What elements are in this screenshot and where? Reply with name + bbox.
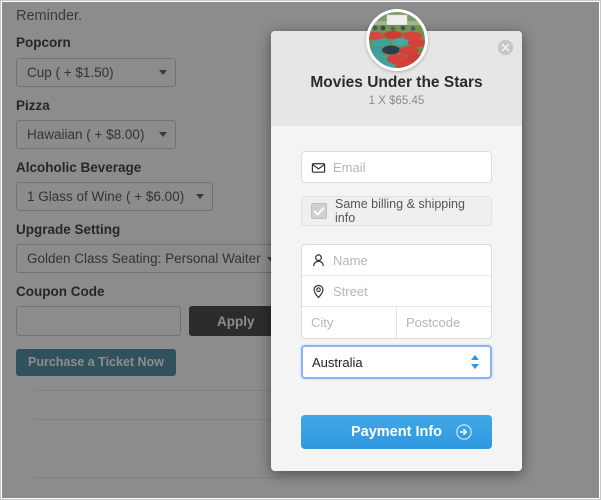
arrow-right-circle-icon xyxy=(456,424,472,440)
country-selected-value: Australia xyxy=(312,354,363,370)
name-placeholder: Name xyxy=(333,252,368,268)
postcode-field[interactable]: Postcode xyxy=(396,307,491,338)
city-placeholder: City xyxy=(311,315,334,330)
avatar xyxy=(365,9,428,71)
outdoor-cinema-photo xyxy=(368,12,425,68)
envelope-icon xyxy=(311,162,326,173)
browser-page: Reminder. Popcorn Cup ( + $1.50) Pizza H… xyxy=(0,0,601,500)
city-postcode-row: City Postcode xyxy=(302,307,491,338)
email-placeholder: Email xyxy=(333,159,366,175)
modal-body: Email Same billing & shipping info Name xyxy=(271,126,522,449)
address-group: Name Street City Postcode xyxy=(301,244,492,339)
modal-title: Movies Under the Stars xyxy=(310,74,483,91)
payment-info-label: Payment Info xyxy=(350,424,443,440)
street-placeholder: Street xyxy=(333,283,368,299)
modal-subtitle: 1 X $65.45 xyxy=(368,95,425,107)
name-field[interactable]: Name xyxy=(302,245,491,276)
street-field[interactable]: Street xyxy=(302,276,491,307)
close-circle-icon[interactable] xyxy=(497,39,514,56)
checkbox-checked-icon[interactable] xyxy=(311,203,327,219)
same-billing-shipping-row[interactable]: Same billing & shipping info xyxy=(301,196,492,226)
payment-info-button[interactable]: Payment Info xyxy=(301,415,492,449)
map-pin-icon xyxy=(313,284,324,298)
country-select[interactable]: Australia xyxy=(301,345,492,379)
email-field[interactable]: Email xyxy=(301,151,492,183)
person-icon xyxy=(313,253,324,266)
postcode-placeholder: Postcode xyxy=(406,315,461,330)
same-billing-shipping-label: Same billing & shipping info xyxy=(335,197,465,225)
city-field[interactable]: City xyxy=(302,307,396,338)
stepper-updown-icon xyxy=(471,355,479,369)
checkout-modal: Movies Under the Stars 1 X $65.45 Email … xyxy=(271,9,522,471)
